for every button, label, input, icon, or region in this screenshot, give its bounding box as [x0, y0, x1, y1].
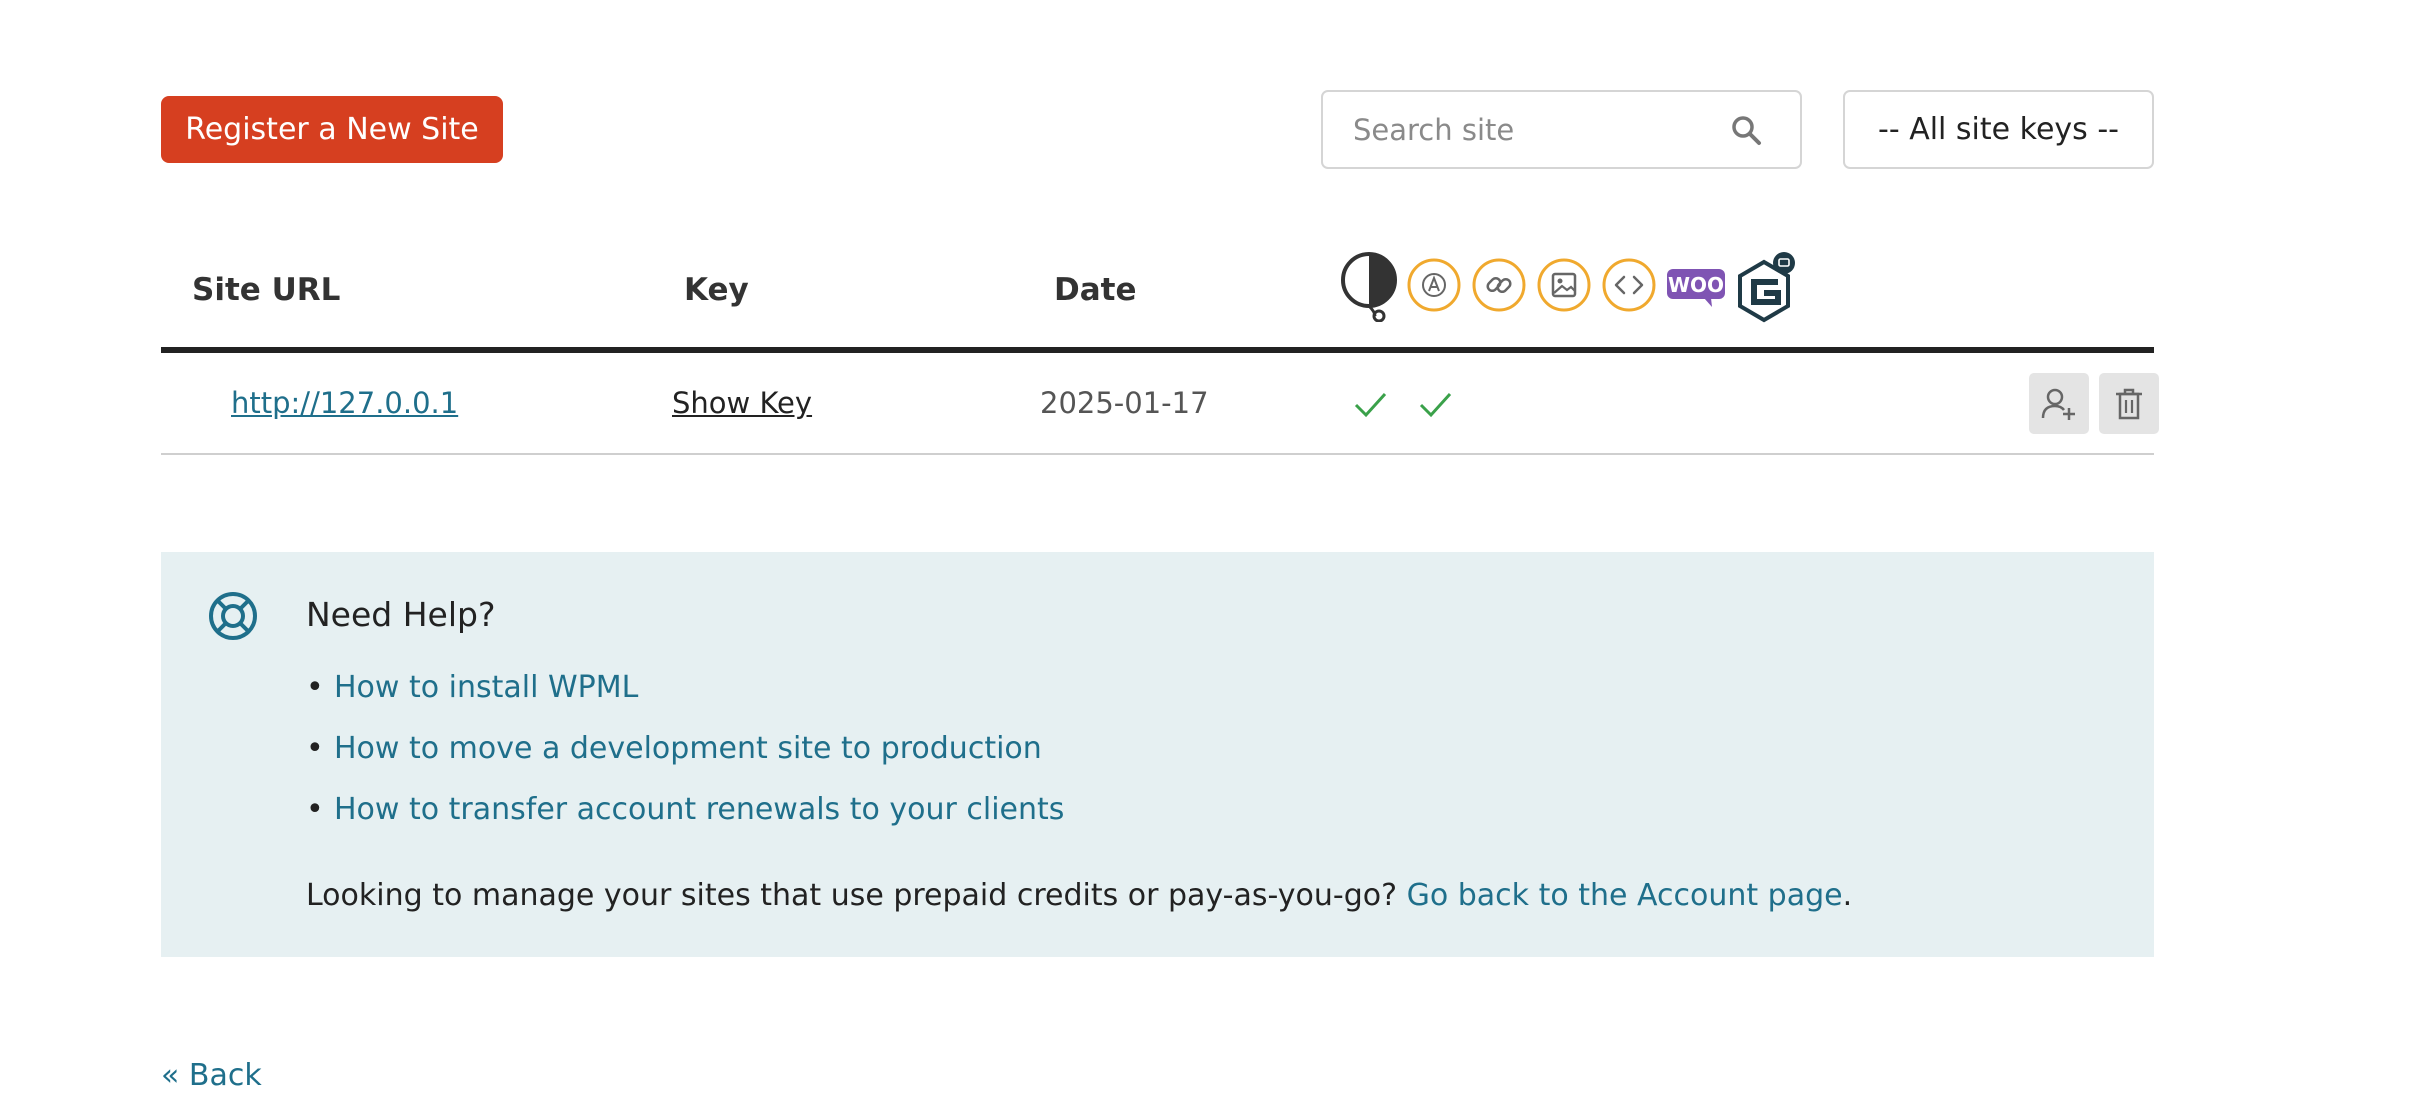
link-icon [1472, 258, 1526, 312]
add-user-icon [2041, 388, 2075, 420]
code-icon [1602, 258, 1656, 312]
help-note: Looking to manage your sites that use pr… [306, 878, 1852, 913]
show-key-link[interactable]: Show Key [672, 386, 812, 420]
help-link-move-dev-site[interactable]: How to move a development site to produc… [334, 731, 1042, 766]
gravity-forms-icon [1738, 252, 1795, 323]
help-note-end: . [1842, 878, 1853, 913]
table-header-rule [161, 347, 2154, 353]
add-user-button[interactable] [2029, 373, 2089, 434]
register-new-site-button[interactable]: Register a New Site [161, 96, 503, 163]
help-links: • How to install WPML • How to move a deve… [306, 670, 1064, 853]
search-input[interactable] [1323, 111, 1715, 148]
help-link-transfer-renewals[interactable]: How to transfer account renewals to your… [334, 792, 1064, 827]
column-header-site-url: Site URL [192, 272, 341, 308]
trash-icon [2116, 388, 2142, 419]
lifebuoy-icon [209, 592, 257, 640]
site-keys-filter-value: -- All site keys -- [1878, 112, 2119, 147]
table-row-rule [161, 453, 2154, 455]
site-url-link[interactable]: http://127.0.0.1 [231, 386, 458, 420]
check-icon [1419, 392, 1452, 418]
check-icon [1354, 392, 1387, 418]
automatic-translation-icon [1407, 258, 1461, 312]
image-icon [1537, 258, 1591, 312]
help-note-text: Looking to manage your sites that use pr… [306, 878, 1398, 913]
column-header-key: Key [684, 272, 749, 308]
woo-icon: WOO [1667, 269, 1725, 307]
support-headset-icon [1341, 252, 1397, 322]
search-icon[interactable] [1730, 114, 1762, 146]
delete-site-button[interactable] [2099, 373, 2159, 434]
search-box[interactable] [1321, 90, 1802, 169]
list-item: • How to move a development site to produ… [306, 731, 1042, 766]
woo-text: WOO [1668, 273, 1724, 297]
list-item: • How to install WPML [306, 670, 639, 705]
account-page-link[interactable]: Go back to the Account page [1407, 878, 1843, 913]
column-header-date: Date [1054, 272, 1137, 308]
list-item: • How to transfer account renewals to you… [306, 792, 1065, 827]
help-link-install-wpml[interactable]: How to install WPML [334, 670, 638, 705]
site-keys-filter[interactable]: -- All site keys -- [1843, 90, 2154, 169]
back-link[interactable]: « Back [161, 1058, 262, 1093]
site-date: 2025-01-17 [1040, 386, 1209, 420]
help-title: Need Help? [306, 595, 496, 634]
